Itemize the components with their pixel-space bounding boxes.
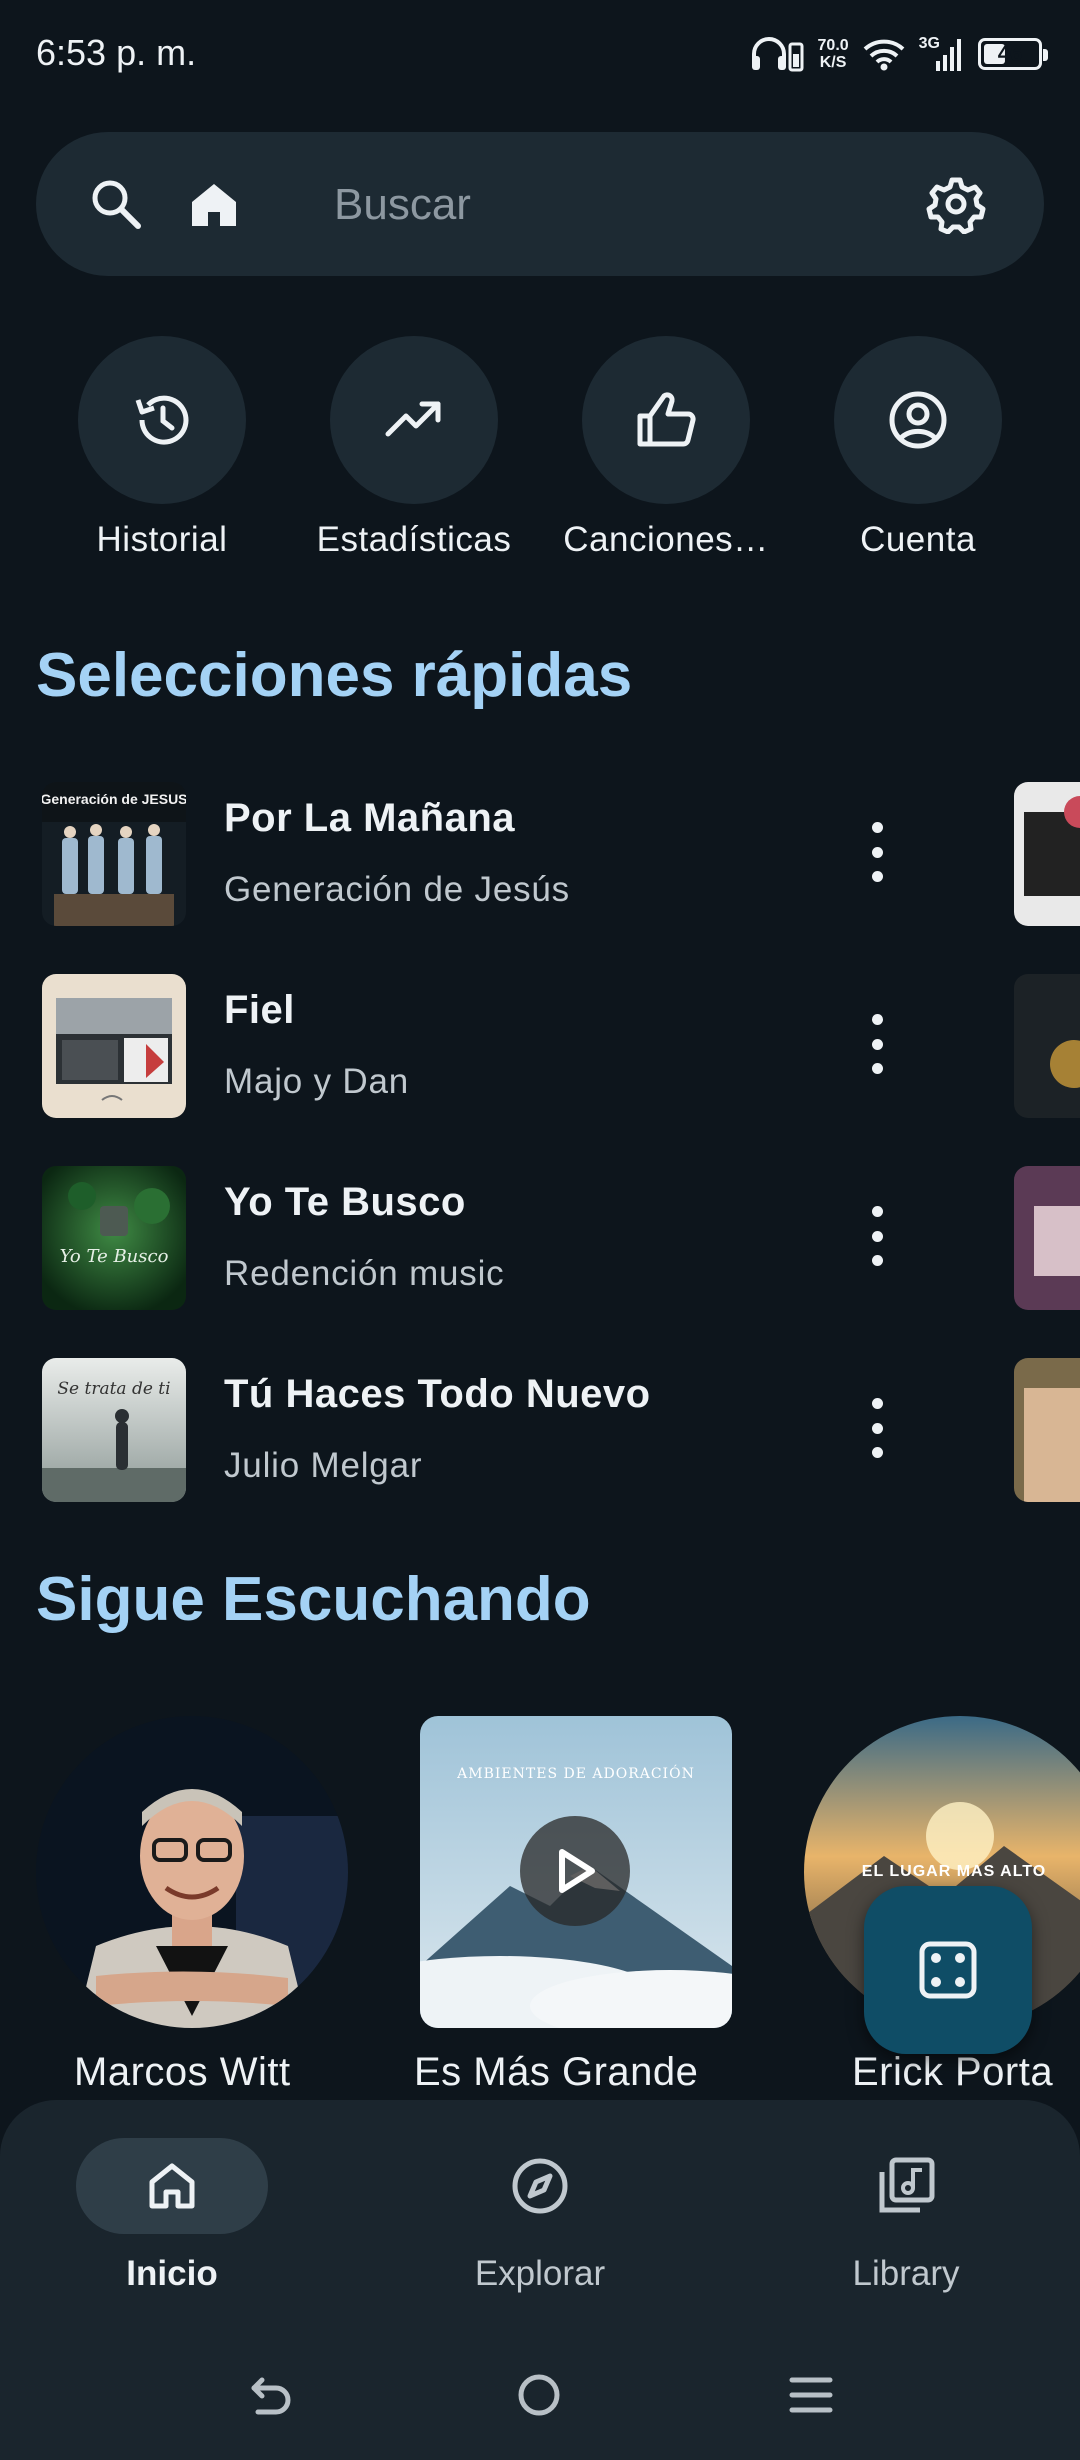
search-input[interactable]: Buscar xyxy=(334,180,471,230)
quick-actions: Historial Estadísticas Canciones… Cuenta xyxy=(0,336,1080,566)
quick-action-account[interactable]: Cuenta xyxy=(792,336,1044,560)
nav-item-explore[interactable]: Explorar xyxy=(400,2138,680,2294)
continue-item-label: Erick Porta xyxy=(852,2050,1054,2094)
network-type: 3G xyxy=(918,35,940,52)
continue-item-album[interactable]: AMBIENTES DE ADORACIÓN Es Más Grande xyxy=(414,1716,732,2094)
battery-level: 46 xyxy=(997,41,1023,66)
search-icon[interactable] xyxy=(86,174,146,234)
quick-action-stats-circle[interactable] xyxy=(330,336,498,504)
more-options-icon[interactable] xyxy=(862,1398,892,1458)
quick-action-liked-circle[interactable] xyxy=(582,336,750,504)
next-column-cover[interactable] xyxy=(1014,974,1080,1118)
album-cover xyxy=(42,974,186,1118)
song-row[interactable]: Yo Te Busco Yo Te Busco Redención music xyxy=(42,1166,942,1312)
status-icons: 70.0 K/S 3G 46 xyxy=(750,30,1048,78)
trending-up-icon xyxy=(385,401,441,437)
status-time: 6:53 p. m. xyxy=(36,32,197,73)
song-artist: Julio Melgar xyxy=(224,1446,423,1485)
quick-action-account-circle[interactable] xyxy=(834,336,1002,504)
quick-action-history[interactable]: Historial xyxy=(36,336,288,560)
song-row[interactable]: Se trata de ti Tú Haces Todo Nuevo Julio… xyxy=(42,1358,942,1504)
battery-icon: 46 xyxy=(978,38,1048,70)
cover-text: EL LUGAR MAS ALTO xyxy=(862,1863,1046,1880)
play-icon xyxy=(559,1849,595,1893)
signal-icon xyxy=(936,39,961,71)
cover-text: Yo Te Busco xyxy=(60,1246,169,1267)
account-circle-icon xyxy=(889,391,947,449)
nav-pill[interactable] xyxy=(76,2138,268,2234)
back-button[interactable] xyxy=(236,2360,306,2430)
cover-text: Generación de JESUS xyxy=(42,791,186,807)
history-icon xyxy=(135,395,189,445)
home-icon[interactable] xyxy=(184,174,244,234)
status-bar: 6:53 p. m. 70.0 K/S 3G 46 xyxy=(0,0,1080,110)
cover-text: AMBIENTES DE ADORACIÓN xyxy=(456,1764,695,1782)
song-row[interactable]: Generación de JESUS Por La Mañana Genera… xyxy=(42,782,942,928)
next-column-cover[interactable] xyxy=(1014,1358,1080,1502)
play-button[interactable] xyxy=(520,1816,630,1926)
compass-icon xyxy=(512,2158,568,2214)
song-title: Yo Te Busco xyxy=(224,1180,466,1224)
more-options-icon[interactable] xyxy=(862,1014,892,1074)
headphones-battery-icon xyxy=(751,37,804,72)
nav-pill[interactable] xyxy=(444,2138,636,2234)
song-artist: Majo y Dan xyxy=(224,1062,410,1101)
system-navigation-bar xyxy=(0,2340,1080,2460)
network-speed: 70.0 K/S xyxy=(818,37,849,71)
continue-item-label: Marcos Witt xyxy=(74,2050,291,2094)
nav-label: Library xyxy=(852,2254,960,2293)
song-title: Por La Mañana xyxy=(224,796,516,840)
album-cover: Generación de JESUS xyxy=(42,782,186,926)
nav-label: Inicio xyxy=(126,2254,218,2293)
search-bar[interactable]: Buscar xyxy=(36,132,1044,276)
continue-item-label: Es Más Grande xyxy=(414,2050,699,2094)
album-cover: Yo Te Busco xyxy=(42,1166,186,1310)
nav-pill[interactable] xyxy=(810,2138,1002,2234)
quick-action-label: Canciones… xyxy=(563,520,769,559)
quick-action-liked-songs[interactable]: Canciones… xyxy=(540,336,792,560)
home-icon xyxy=(149,2163,195,2209)
shuffle-fab[interactable] xyxy=(864,1886,1032,2054)
quick-action-label: Historial xyxy=(96,520,228,559)
song-title: Fiel xyxy=(224,988,295,1032)
circle-home-icon xyxy=(518,2374,560,2416)
dice-icon xyxy=(919,1941,977,1999)
recents-button[interactable] xyxy=(776,2360,846,2430)
album-cover: Se trata de ti xyxy=(42,1358,186,1502)
more-options-icon[interactable] xyxy=(862,822,892,882)
nav-label: Explorar xyxy=(474,2254,606,2293)
back-icon xyxy=(251,2377,291,2415)
quick-action-label: Estadísticas xyxy=(316,520,512,559)
gear-icon[interactable] xyxy=(926,174,986,234)
cover-text: Se trata de ti xyxy=(57,1379,170,1399)
next-column-cover[interactable] xyxy=(1014,1166,1080,1310)
next-column-cover[interactable] xyxy=(1014,782,1080,926)
network-speed-unit: K/S xyxy=(819,54,847,71)
song-row[interactable]: Fiel Majo y Dan xyxy=(42,974,942,1120)
more-options-icon[interactable] xyxy=(862,1206,892,1266)
menu-icon xyxy=(789,2377,833,2413)
song-artist: Redención music xyxy=(224,1254,505,1293)
section-title-quick-picks: Selecciones rápidas xyxy=(36,641,633,710)
library-music-icon xyxy=(879,2157,935,2213)
thumb-up-icon xyxy=(637,392,696,447)
section-title-continue-listening: Sigue Escuchando xyxy=(36,1565,591,1634)
album-cover: AMBIENTES DE ADORACIÓN xyxy=(420,1716,732,2028)
quick-action-label: Cuenta xyxy=(860,520,976,559)
nav-item-library[interactable]: Library xyxy=(766,2138,1046,2294)
song-artist: Generación de Jesús xyxy=(224,870,570,909)
network-speed-value: 70.0 xyxy=(817,37,849,54)
continue-item-artist[interactable]: Marcos Witt xyxy=(36,1716,348,2094)
artist-avatar xyxy=(36,1716,348,2028)
nav-item-home[interactable]: Inicio xyxy=(32,2138,312,2294)
wifi-icon xyxy=(863,39,905,71)
home-button[interactable] xyxy=(504,2360,574,2430)
quick-action-history-circle[interactable] xyxy=(78,336,246,504)
song-title: Tú Haces Todo Nuevo xyxy=(224,1372,651,1416)
quick-action-stats[interactable]: Estadísticas xyxy=(288,336,540,560)
